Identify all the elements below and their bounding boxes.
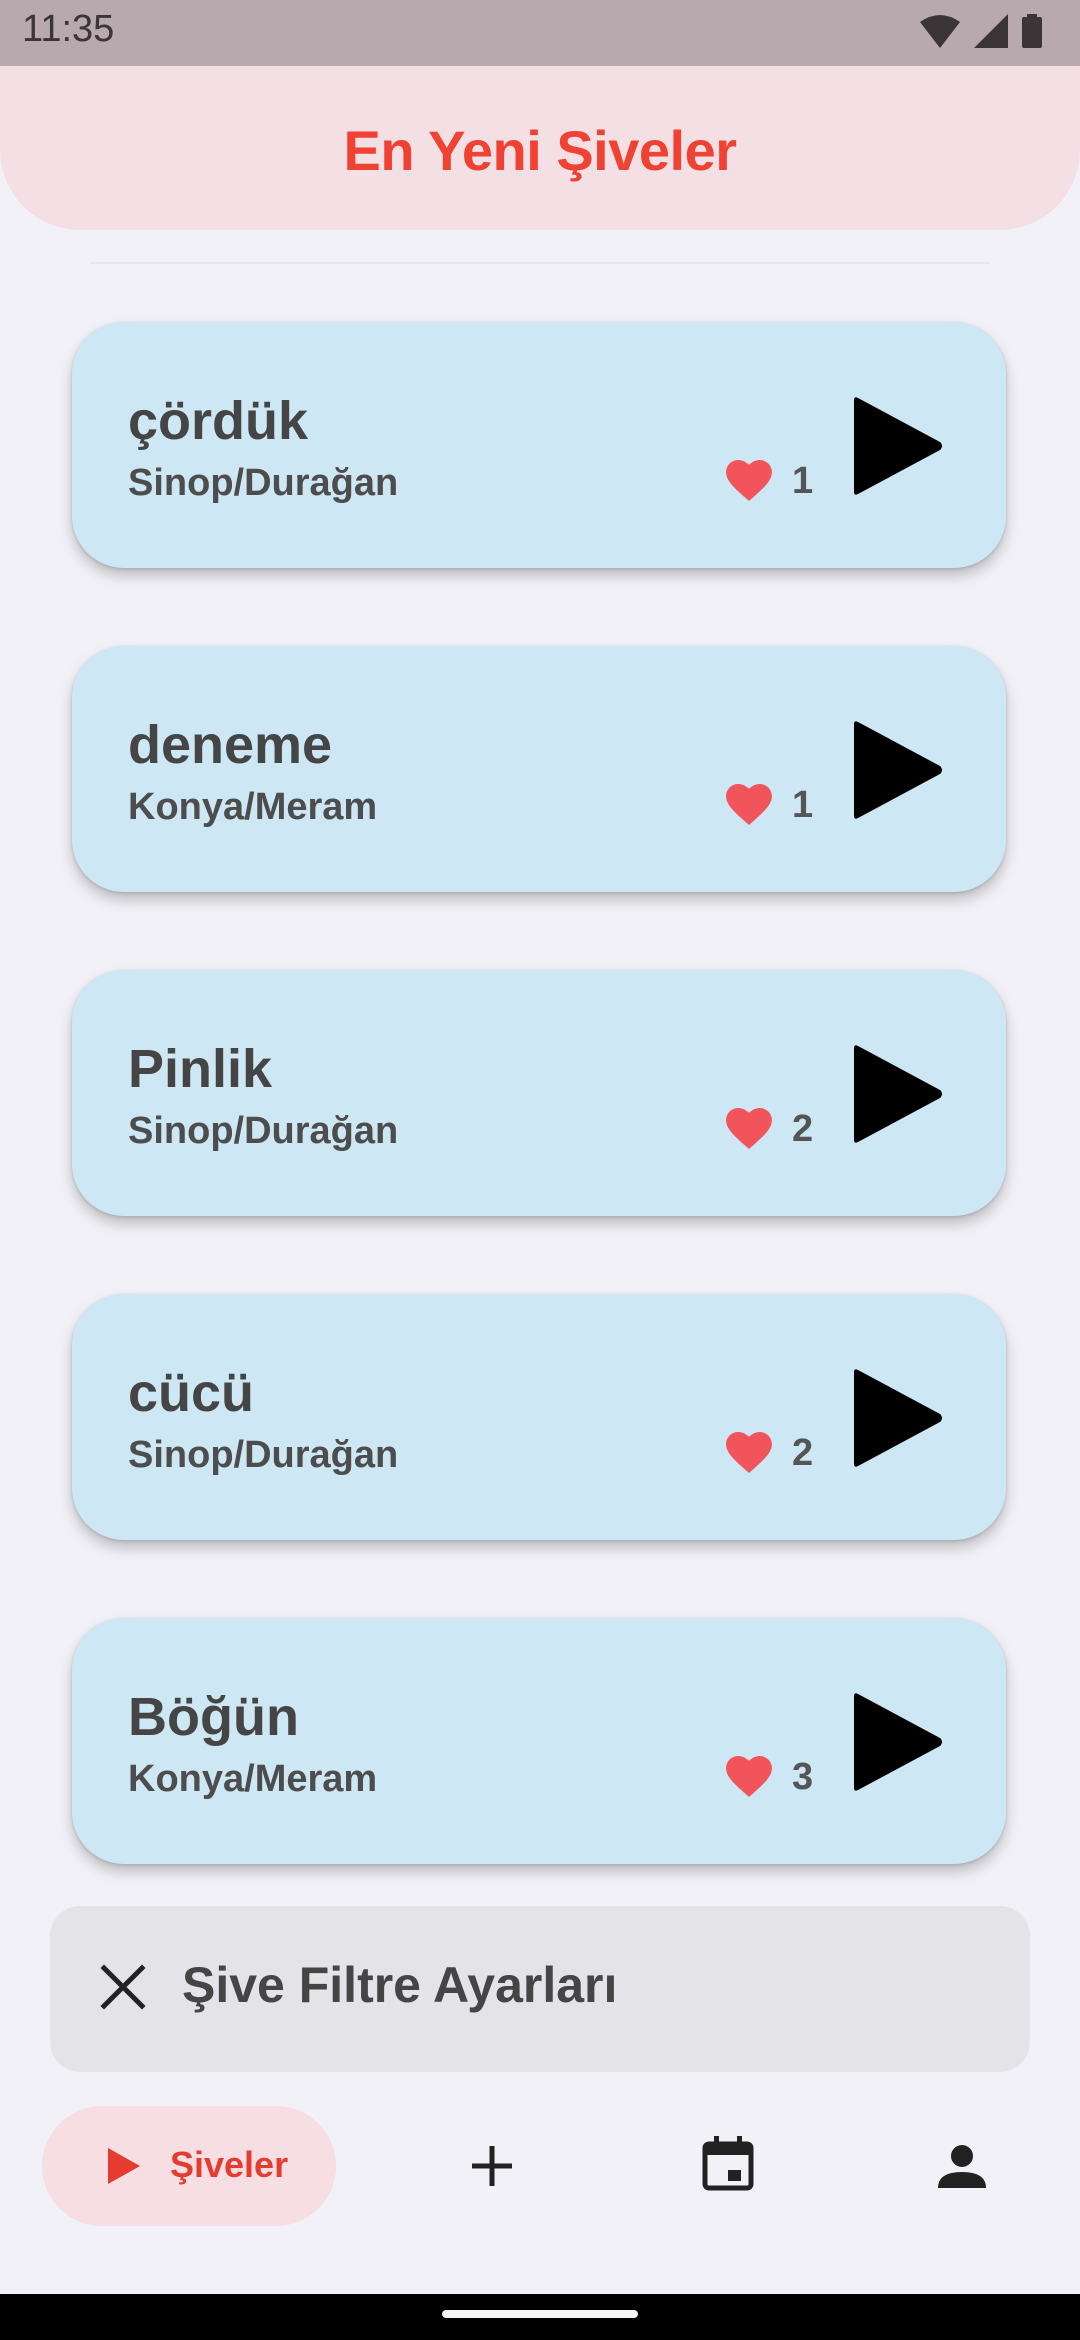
shive-location: Sinop/Durağan [128, 1110, 399, 1152]
filter-panel[interactable]: Şive Filtre Ayarları [50, 1906, 1030, 2072]
like-count: 2 [792, 1108, 814, 1150]
signal-icon [974, 14, 1008, 48]
like-count: 1 [792, 784, 814, 826]
shive-word: deneme [128, 715, 333, 775]
play-button[interactable] [846, 1368, 946, 1468]
divider [90, 262, 990, 264]
shive-card[interactable]: deneme Konya/Meram 1 [72, 646, 1006, 892]
shive-word: Böğün [128, 1687, 299, 1747]
shive-location: Konya/Meram [128, 786, 378, 828]
home-indicator[interactable] [442, 2310, 638, 2318]
heart-icon[interactable] [726, 460, 772, 502]
shive-word: çördük [128, 391, 309, 451]
play-button[interactable] [846, 720, 946, 820]
nav-item-siveler[interactable]: Şiveler [42, 2106, 336, 2226]
shive-location: Sinop/Durağan [128, 1434, 399, 1476]
gesture-bar [0, 2294, 1080, 2340]
shive-card[interactable]: çördük Sinop/Durağan 1 [72, 322, 1006, 568]
like-count: 1 [792, 460, 814, 502]
shive-card[interactable]: Pinlik Sinop/Durağan 2 [72, 970, 1006, 1216]
heart-icon[interactable] [726, 784, 772, 826]
add-icon[interactable] [456, 2130, 528, 2202]
play-icon [108, 2148, 140, 2184]
shive-card[interactable]: cücü Sinop/Durağan 2 [72, 1294, 1006, 1540]
battery-icon [1022, 14, 1042, 48]
status-time: 11:35 [22, 8, 115, 50]
nav-item-label: Şiveler [170, 2144, 289, 2185]
page-title: En Yeni Şiveler [343, 119, 737, 182]
shive-card[interactable]: Böğün Konya/Meram 3 [72, 1618, 1006, 1864]
close-icon[interactable] [92, 1956, 154, 2018]
shive-location: Sinop/Durağan [128, 462, 399, 504]
shive-word: cücü [128, 1363, 255, 1423]
app-bar: En Yeni Şiveler [0, 66, 1080, 230]
status-bar: 11:35 [0, 0, 1080, 66]
like-count: 2 [792, 1432, 814, 1474]
shive-word: Pinlik [128, 1039, 273, 1099]
heart-icon[interactable] [726, 1432, 772, 1474]
calendar-icon[interactable] [692, 2130, 764, 2202]
filter-label: Şive Filtre Ayarları [182, 1957, 618, 2013]
bottom-nav: Şiveler [0, 2090, 1080, 2290]
play-button[interactable] [846, 1044, 946, 1144]
heart-icon[interactable] [726, 1108, 772, 1150]
person-icon[interactable] [926, 2130, 998, 2202]
wifi-icon [920, 15, 960, 48]
play-button[interactable] [846, 1692, 946, 1792]
heart-icon[interactable] [726, 1756, 772, 1798]
play-button[interactable] [846, 396, 946, 496]
like-count: 3 [792, 1756, 814, 1798]
shive-location: Konya/Meram [128, 1758, 378, 1800]
status-icons [920, 14, 1042, 48]
